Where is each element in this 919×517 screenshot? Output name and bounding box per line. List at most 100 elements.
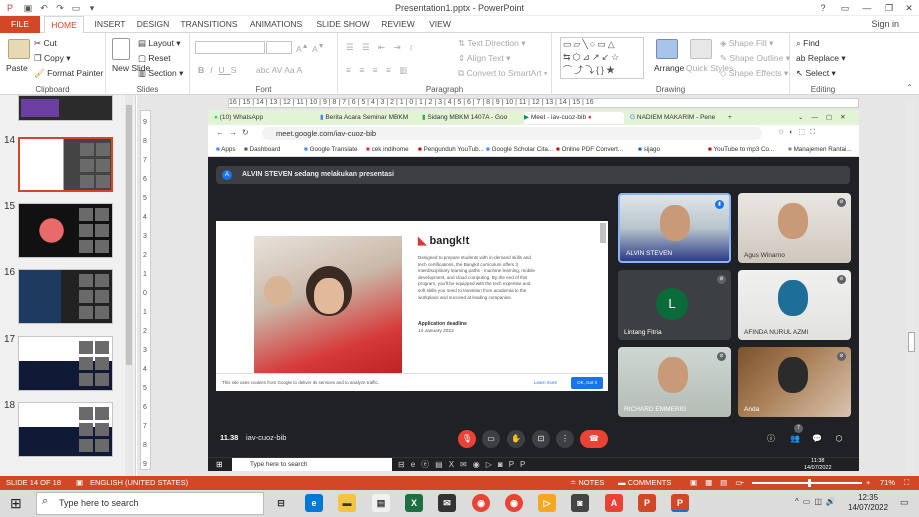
notification-icon[interactable]: ▭ [900,497,909,508]
list-buttons[interactable]: ☰ ☰ ⇤ ⇥ ↕ [346,42,416,53]
tab-review[interactable]: REVIEW [378,16,418,33]
mic-off-icon[interactable]: 🎙 [458,430,476,448]
restore-button[interactable]: ❐ [878,0,900,16]
shared-screen[interactable]: ◣ bangk!t Designed to prepare students w… [216,221,608,391]
tab-view[interactable]: VIEW [424,16,456,33]
present-icon[interactable]: ⊡ [532,430,550,448]
bookmark-item[interactable]: ■ Google Scholar Cita... [486,146,553,153]
browser-tab-active[interactable]: ▶ Meet - iav-cuoz-bib ● [524,112,624,124]
thumbnail-scroll-thumb[interactable] [126,105,132,365]
sign-in-link[interactable]: Sign in [871,19,899,29]
chrome-icon[interactable]: ◉ [472,494,490,512]
tab-transitions[interactable]: TRANSITIONS [178,16,240,33]
edge-icon[interactable]: e [305,494,323,512]
font-name-dropdown[interactable] [195,41,265,54]
text-direction-button[interactable]: ⇅ Text Direction ▾ [458,38,525,49]
chat-icon[interactable]: 💬 [808,430,826,448]
help-button[interactable]: ? [812,0,834,16]
thumbnail-scrollbar[interactable] [125,95,133,476]
task-view-icon[interactable]: ⊟ [272,494,290,512]
save-icon[interactable]: ▣ [22,2,34,14]
system-tray-icons[interactable]: ^▭◫🔊 [795,497,840,506]
participant-tile[interactable]: L Lintang Fitria ⊘ [618,270,731,340]
collapse-ribbon-icon[interactable]: ⌃ [906,83,913,92]
shape-fill-button[interactable]: ◈ Shape Fill ▾ [720,38,773,49]
section-button[interactable]: ▥ Section ▾ [138,68,183,79]
redo-icon[interactable]: ↷ [54,2,66,14]
font-size-dropdown[interactable] [266,41,292,54]
more-options-icon[interactable]: ⋮ [556,430,574,448]
zoom-in-button[interactable]: + [866,476,870,490]
align-text-button[interactable]: ⇕ Align Text ▾ [458,53,510,64]
nav-buttons[interactable]: ←→↻ [216,128,254,137]
quick-styles-icon[interactable] [690,39,712,59]
bookmark-item[interactable]: ■ Dashboard [244,146,280,153]
spellcheck-icon[interactable]: ▣ [76,476,83,490]
arrange-button[interactable]: Arrange [654,63,684,73]
paste-button[interactable]: Paste [6,63,28,73]
tab-animations[interactable]: ANIMATIONS [246,16,306,33]
zoom-level[interactable]: 71% [880,476,895,490]
tab-insert[interactable]: INSERT [90,16,130,33]
participant-tile[interactable]: Anda ⊘ [738,347,851,417]
address-bar[interactable]: meet.google.com/iav-cuoz-bib [262,127,762,140]
people-icon[interactable]: 👥 [786,430,804,448]
minimize-button[interactable]: — [856,0,878,16]
shapes-gallery[interactable]: ▭▱╲○▭△ ⇆⬡⊿↗↙☆ ⌒⤴⤵{}★ [560,37,644,79]
undo-icon[interactable]: ↶ [38,2,50,14]
bookmark-item[interactable]: ■ YouTube to mp3 Co... [708,146,774,153]
browser-tab[interactable]: ● (10) WhatsApp [214,112,314,124]
tab-design[interactable]: DESIGN [134,16,172,33]
info-icon[interactable]: ⓘ [762,430,780,448]
slide-thumbnail[interactable] [18,269,113,324]
excel-icon[interactable]: X [405,494,423,512]
quick-styles-button[interactable]: Quick Styles [686,63,733,73]
chrome-profile-icon[interactable]: ◉ [505,494,523,512]
smartart-button[interactable]: ⧉ Convert to SmartArt ▾ [458,68,547,79]
zoom-out-button[interactable]: − [740,476,744,490]
grow-font-icon[interactable]: A▲ [296,42,309,54]
bookmark-item[interactable]: ■ Manajemen Rantai... [788,146,852,153]
slide-thumbnail[interactable] [18,137,113,192]
copy-button[interactable]: ❐ Copy ▾ [34,53,70,64]
notes-button[interactable]: ≐ NOTES [570,476,604,490]
participant-tile[interactable]: AFINDA NURUL AZMI ⊘ [738,270,851,340]
taskbar-clock[interactable]: 12:35 14/07/2022 [848,493,888,513]
tab-file[interactable]: FILE [0,16,40,33]
reset-button[interactable]: ▢ Reset [138,53,171,64]
browser-window-controls[interactable]: ⌄—▢✕ [798,112,858,124]
activities-icon[interactable]: ⬡ [830,430,848,448]
mail-icon[interactable]: ✉ [438,494,456,512]
browser-tab[interactable]: ▮ Sidang MBKM 1407A - Goo [422,112,518,124]
acrobat-icon[interactable]: A [605,494,623,512]
new-slide-button[interactable]: New Slide [112,63,150,73]
slide-thumbnail[interactable] [18,203,113,258]
camera-app-icon[interactable]: ◙ [571,494,589,512]
powerpoint-taskbar-icon[interactable]: P [671,494,689,512]
taskbar-search-box[interactable]: Type here to search [36,492,264,515]
format-painter-button[interactable]: 🖌 Format Painter [34,68,103,79]
file-explorer-icon[interactable]: ▬ [338,494,356,512]
hang-up-icon[interactable]: ☎ [580,430,608,448]
replace-button[interactable]: ab Replace ▾ [796,53,846,64]
extension-icons[interactable]: ☆◐⬚⛶ [778,128,820,137]
slide-scrollbar[interactable] [906,100,917,472]
start-slideshow-icon[interactable]: ▭ [70,2,82,14]
participant-tile[interactable]: ALVIN STEVEN ▮ [618,193,731,263]
tab-home[interactable]: HOME [44,16,84,34]
zoom-slider[interactable] [752,482,862,484]
bookmark-item[interactable]: ■ Apps [216,146,236,153]
slide-scroll-thumb[interactable] [908,332,915,352]
customize-toolbar-icon[interactable]: ▾ [86,2,98,14]
bookmark-item[interactable]: ■ sijago [638,146,660,153]
bookmark-item[interactable]: ■ Google Translate [304,146,358,153]
cut-button[interactable]: ✂ Cut [34,38,57,49]
font-color-icon[interactable]: abc AV Aa A [256,65,302,75]
media-player-icon[interactable]: ▷ [538,494,556,512]
layout-button[interactable]: ▤ Layout ▾ [138,38,181,49]
paste-icon[interactable] [8,39,30,59]
ribbon-options-button[interactable]: ▭ [834,0,856,16]
browser-tab[interactable]: ▮ Berita Acara Seminar MBKM [320,112,416,124]
close-button[interactable]: ✕ [898,0,919,16]
pdf-icon[interactable]: P [638,494,656,512]
